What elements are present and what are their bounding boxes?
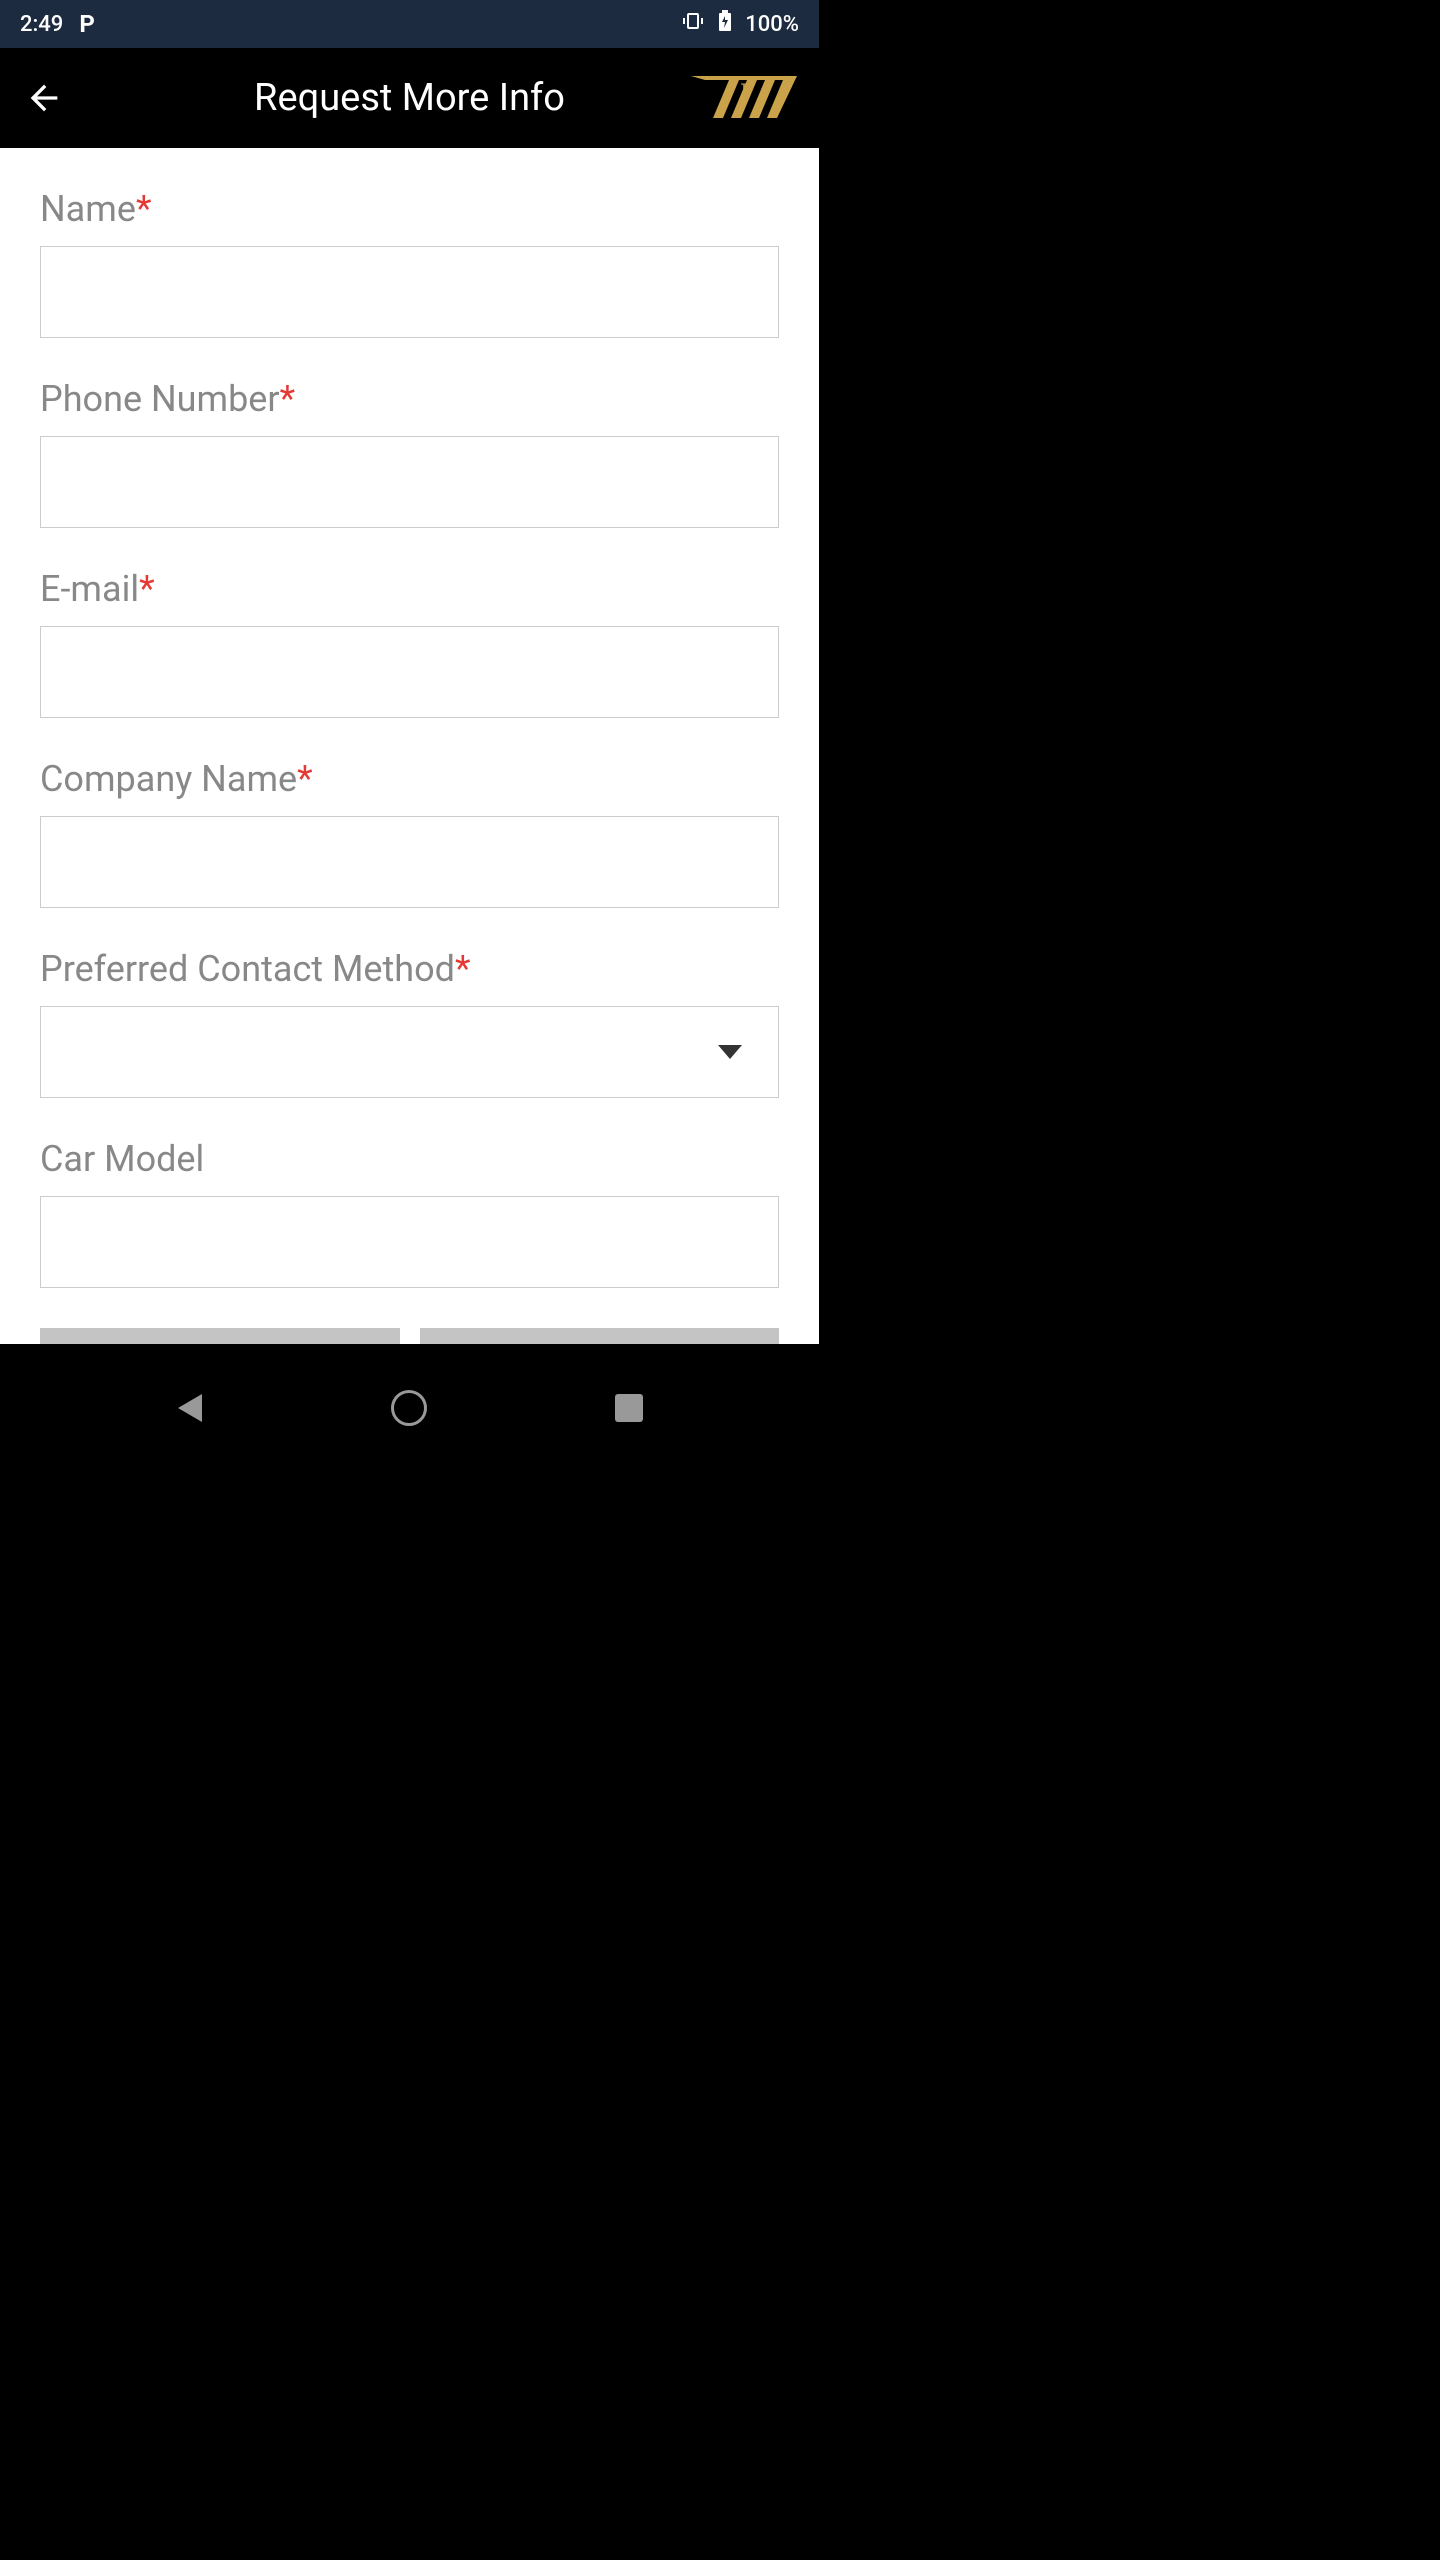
contact-method-select[interactable] bbox=[40, 1006, 779, 1098]
form-content: Name* Phone Number* E-mail* Company Name… bbox=[0, 148, 819, 1344]
page-title: Request More Info bbox=[254, 76, 565, 120]
required-marker: * bbox=[136, 188, 152, 230]
phone-label: Phone Number* bbox=[40, 378, 779, 420]
name-field-group: Name* bbox=[40, 188, 779, 338]
tw-logo-icon: T bbox=[689, 73, 799, 123]
status-left: 2:49 P bbox=[20, 10, 95, 38]
nav-home-icon bbox=[391, 1390, 427, 1426]
app-bar: Request More Info T bbox=[0, 48, 819, 148]
chevron-down-icon bbox=[718, 1045, 742, 1059]
brand-logo: T bbox=[689, 73, 799, 123]
nav-back-button[interactable] bbox=[166, 1384, 214, 1432]
send-button[interactable]: Send bbox=[420, 1328, 780, 1344]
nav-home-button[interactable] bbox=[385, 1384, 433, 1432]
phone-field-group: Phone Number* bbox=[40, 378, 779, 528]
bottom-spacer bbox=[0, 1344, 819, 1360]
name-label: Name* bbox=[40, 188, 779, 230]
email-field-group: E-mail* bbox=[40, 568, 779, 718]
email-input[interactable] bbox=[40, 626, 779, 718]
nav-recent-button[interactable] bbox=[605, 1384, 653, 1432]
button-row: Reset Send bbox=[40, 1328, 779, 1344]
car-model-field-group: Car Model bbox=[40, 1138, 779, 1288]
battery-percent: 100% bbox=[745, 12, 799, 37]
company-label: Company Name* bbox=[40, 758, 779, 800]
required-marker: * bbox=[139, 568, 155, 610]
status-right: 100% bbox=[681, 9, 799, 39]
contact-method-label: Preferred Contact Method* bbox=[40, 948, 779, 990]
car-model-input[interactable] bbox=[40, 1196, 779, 1288]
company-input[interactable] bbox=[40, 816, 779, 908]
app-indicator-icon: P bbox=[79, 10, 94, 38]
battery-icon bbox=[717, 9, 733, 39]
contact-method-field-group: Preferred Contact Method* bbox=[40, 948, 779, 1098]
svg-text:T: T bbox=[741, 83, 747, 94]
car-model-label: Car Model bbox=[40, 1138, 779, 1180]
back-arrow-icon bbox=[24, 78, 64, 118]
name-input[interactable] bbox=[40, 246, 779, 338]
navigation-bar bbox=[0, 1360, 819, 1456]
status-time: 2:49 bbox=[20, 12, 63, 37]
email-label: E-mail* bbox=[40, 568, 779, 610]
status-bar: 2:49 P 100% bbox=[0, 0, 819, 48]
nav-recent-icon bbox=[615, 1394, 643, 1422]
required-marker: * bbox=[297, 758, 313, 800]
required-marker: * bbox=[280, 378, 296, 420]
reset-button[interactable]: Reset bbox=[40, 1328, 400, 1344]
nav-back-icon bbox=[178, 1394, 202, 1422]
back-button[interactable] bbox=[20, 74, 68, 122]
required-marker: * bbox=[455, 948, 471, 990]
vibrate-icon bbox=[681, 9, 705, 39]
phone-input[interactable] bbox=[40, 436, 779, 528]
company-field-group: Company Name* bbox=[40, 758, 779, 908]
